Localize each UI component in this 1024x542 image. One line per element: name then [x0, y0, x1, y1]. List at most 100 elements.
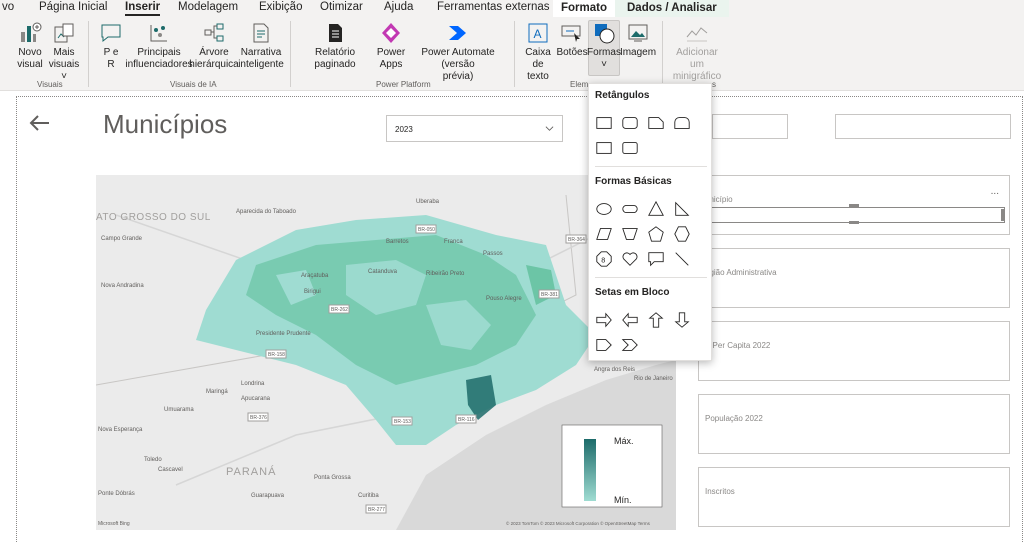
shape-heart[interactable] — [620, 249, 640, 269]
shape-parallelogram[interactable] — [594, 224, 614, 244]
mais-visuais-label-1: Mais — [53, 47, 75, 58]
octagon-number: 8 — [601, 256, 605, 265]
card-pib-per-capita[interactable]: B Per Capita 2022 — [698, 321, 1010, 381]
shape-oval[interactable] — [594, 199, 614, 219]
adicionar-label-2: minigráfico — [672, 71, 722, 82]
shape-hexagon[interactable] — [672, 224, 692, 244]
menu-inserir[interactable]: Inserir — [125, 1, 161, 16]
principais-label-1: Principais — [137, 47, 181, 58]
card-inscritos[interactable]: Inscritos — [698, 467, 1010, 527]
shape-rounded-rectangle-alt[interactable] — [620, 138, 640, 158]
legend-max-label: Máx. — [614, 436, 634, 446]
power-apps-button[interactable]: Power Apps — [376, 21, 406, 71]
shape-rectangle[interactable] — [594, 113, 614, 133]
formas-label: Formas — [587, 47, 621, 58]
map-road: BR-364 — [568, 237, 585, 243]
narrativa-inteligente-button[interactable]: Narrativa inteligente — [238, 21, 284, 71]
resize-handle-bottom[interactable] — [849, 221, 859, 224]
caixa-label-1: Caixa de — [525, 47, 551, 70]
menu-otimizar[interactable]: Otimizar — [320, 1, 363, 13]
slicer-box-1[interactable] — [712, 114, 788, 139]
resize-handle-top[interactable] — [849, 204, 859, 207]
card-municipio[interactable]: unicípio ... — [698, 175, 1010, 235]
shape-pentagon[interactable] — [646, 224, 666, 244]
resize-handle-right[interactable] — [1001, 209, 1004, 221]
arvore-hierarquica-button[interactable]: Árvore hierárquica — [189, 21, 239, 71]
shape-arrow-left[interactable] — [620, 310, 640, 330]
shape-arrow-down[interactable] — [672, 310, 692, 330]
map-city: Angra dos Reis — [594, 367, 635, 373]
shape-pentagon-arrow[interactable] — [594, 335, 614, 355]
top-rounded-rectangle-icon — [674, 117, 690, 129]
sparkline-icon — [686, 27, 708, 42]
section-formas-basicas: Formas Básicas — [595, 176, 672, 187]
shape-right-triangle[interactable] — [672, 199, 692, 219]
menu-ajuda[interactable]: Ajuda — [384, 1, 413, 13]
shape-arrow-up[interactable] — [646, 310, 666, 330]
decomposition-tree-icon — [204, 23, 224, 42]
formas-chevron-icon: ˅ — [601, 59, 607, 70]
arvore-label-1: Árvore — [199, 47, 229, 58]
oval-icon — [596, 203, 612, 215]
relatorio-paginado-button[interactable]: Relatório paginado — [296, 21, 374, 71]
ribbon: Novo visual Mais visuais ˅ Visuais P e R… — [0, 17, 1024, 91]
menu-modelagem[interactable]: Modelagem — [178, 1, 238, 13]
card-populacao[interactable]: População 2022 — [698, 394, 1010, 454]
shape-line[interactable] — [672, 249, 692, 269]
novo-visual-button[interactable]: Novo visual — [14, 21, 46, 71]
formas-button[interactable]: Formas ˅ — [587, 20, 621, 76]
imagem-label: Imagem — [619, 47, 657, 58]
shape-trapezoid[interactable] — [620, 224, 640, 244]
imagem-button[interactable]: Imagem — [619, 21, 657, 59]
shape-speech-bubble[interactable] — [646, 249, 666, 269]
legend-min-label: Mín. — [614, 495, 632, 505]
section-retangulos: Retângulos — [595, 90, 650, 101]
shape-octagon[interactable]: 8 — [594, 249, 614, 269]
bar-chart-add-icon — [21, 22, 42, 42]
shape-arrow-right[interactable] — [594, 310, 614, 330]
map-city: Araçatuba — [301, 273, 329, 279]
principais-influenciadores-button[interactable]: Principais influenciadores — [125, 21, 193, 71]
snip-rectangle-icon — [648, 117, 664, 129]
year-dropdown[interactable]: 2023 — [386, 115, 563, 142]
slicer-box-2[interactable] — [835, 114, 1011, 139]
adicionar-minigrafico-button[interactable]: Adicionar um minigráfico — [668, 21, 726, 83]
narrativa-label-2: inteligente — [238, 59, 284, 70]
group-separator — [88, 21, 89, 87]
shape-rectangle-alt[interactable] — [594, 138, 614, 158]
map-city: Pouso Alegre — [486, 296, 522, 302]
pe-r-button[interactable]: P e R — [98, 21, 124, 71]
shape-triangle[interactable] — [646, 199, 666, 219]
mais-visuais-button[interactable]: Mais visuais ˅ — [46, 21, 82, 83]
caixa-de-texto-button[interactable]: A Caixa de texto — [520, 21, 556, 83]
shape-snip-rectangle[interactable] — [646, 113, 666, 133]
botoes-button[interactable]: Botões — [556, 21, 588, 59]
power-automate-button[interactable]: Power Automate (versão prévia) — [406, 21, 510, 83]
caixa-label-2: texto — [527, 71, 549, 82]
map-city: Ribeirão Preto — [426, 271, 465, 277]
shape-pill[interactable] — [620, 199, 640, 219]
menu-exibicao[interactable]: Exibição — [259, 1, 302, 13]
back-arrow-icon[interactable] — [28, 114, 50, 132]
menu-ferramentas-externas[interactable]: Ferramentas externas — [437, 1, 550, 13]
arrow-down-icon — [674, 312, 690, 328]
menu-pagina-inicial[interactable]: Página Inicial — [39, 1, 107, 13]
novo-visual-label-1: Novo — [18, 47, 42, 58]
map-city: Passos — [483, 251, 503, 257]
octagon-icon: 8 — [596, 251, 612, 267]
pill-icon — [622, 204, 638, 214]
shape-rounded-rectangle[interactable] — [620, 113, 640, 133]
map-road: BR-116 — [458, 417, 475, 423]
menu-formato[interactable]: Formato — [553, 0, 615, 17]
map-city: Apucarana — [241, 396, 271, 402]
map-road: BR-262 — [331, 307, 348, 313]
map-city: Ponte Dóbrás — [98, 491, 135, 497]
more-options-icon[interactable]: ... — [991, 186, 999, 197]
menu-arquivo[interactable]: vo — [2, 1, 14, 13]
card-regiao-administrativa[interactable]: egião Administrativa — [698, 248, 1010, 308]
shape-chevron[interactable] — [620, 335, 640, 355]
shape-top-rounded-rectangle[interactable] — [672, 113, 692, 133]
botoes-label: Botões — [556, 47, 588, 58]
group-visuais-label: Visuais — [37, 80, 63, 89]
menu-dados-analisar[interactable]: Dados / Analisar — [615, 0, 729, 17]
